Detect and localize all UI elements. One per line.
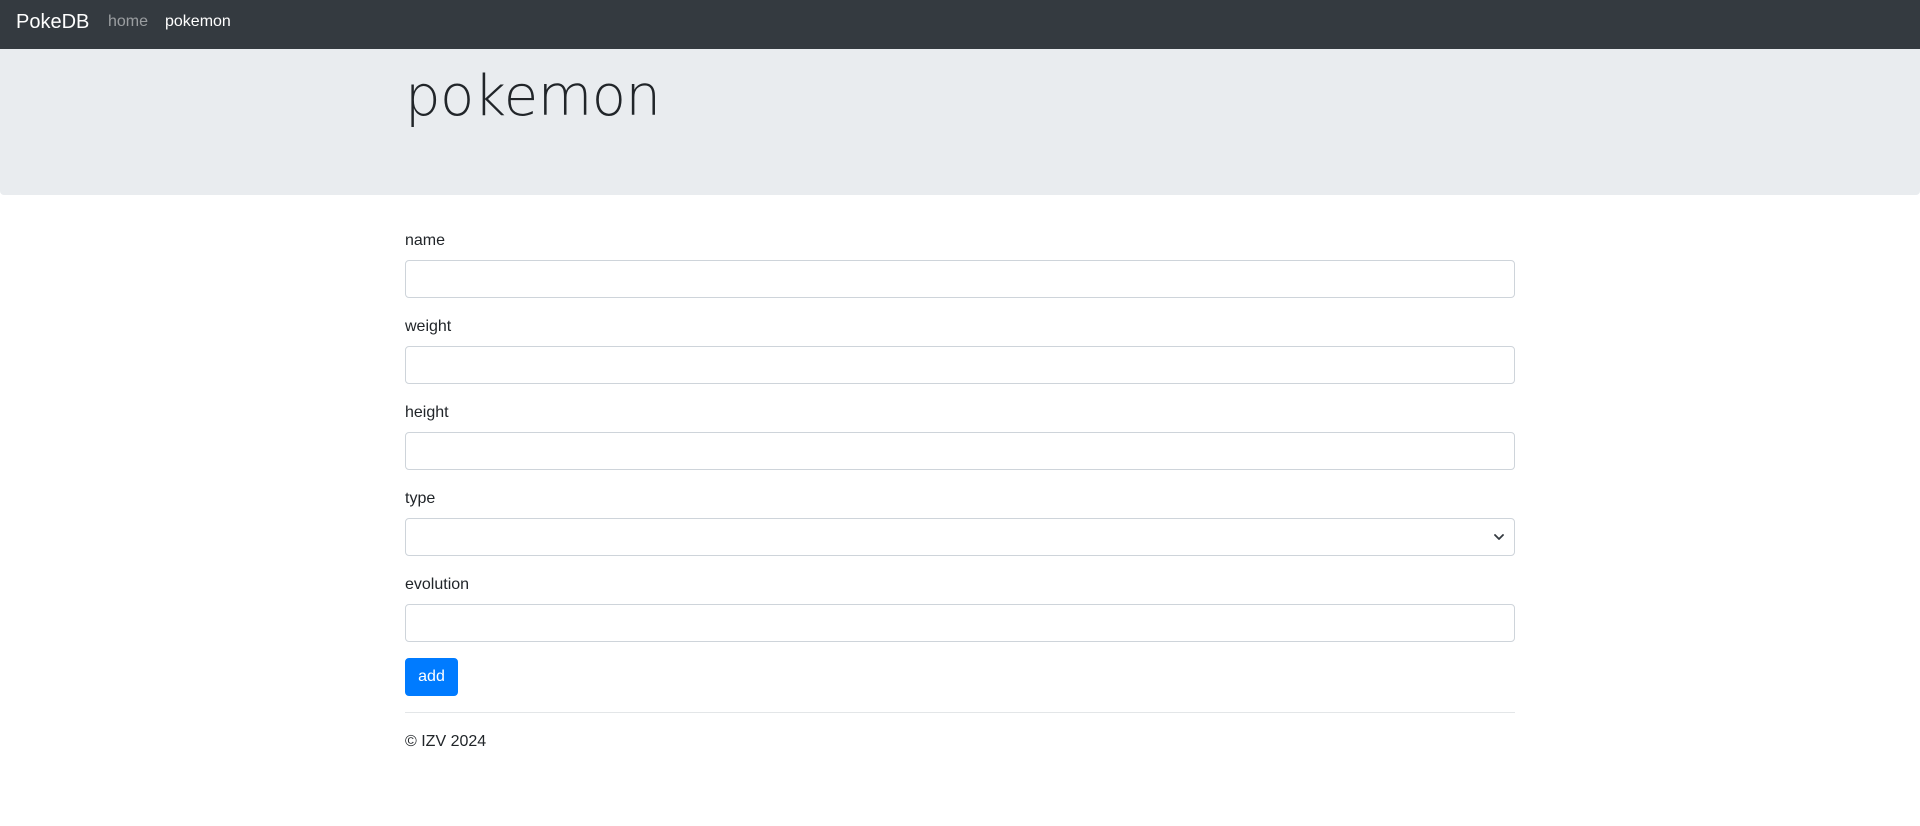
footer-divider — [405, 712, 1515, 713]
evolution-input[interactable] — [405, 604, 1515, 642]
brand-logo[interactable]: PokeDB — [16, 10, 89, 34]
type-label: type — [405, 490, 436, 507]
page-title: pokemon — [405, 64, 661, 129]
footer-copyright: © IZV 2024 — [405, 733, 487, 750]
name-label: name — [405, 232, 446, 249]
chevron-down-icon — [1494, 534, 1504, 540]
height-input[interactable] — [405, 432, 1515, 470]
nav-link-home[interactable]: home — [108, 12, 148, 32]
type-select[interactable] — [405, 518, 1515, 556]
name-input[interactable] — [405, 260, 1515, 298]
navbar: PokeDB home pokemon — [0, 0, 1920, 49]
nav-link-pokemon[interactable]: pokemon — [165, 12, 231, 32]
evolution-label: evolution — [405, 576, 470, 593]
height-label: height — [405, 404, 449, 421]
weight-input[interactable] — [405, 346, 1515, 384]
weight-label: weight — [405, 318, 452, 335]
add-button[interactable]: add — [405, 658, 458, 696]
page-header: pokemon — [0, 49, 1920, 195]
